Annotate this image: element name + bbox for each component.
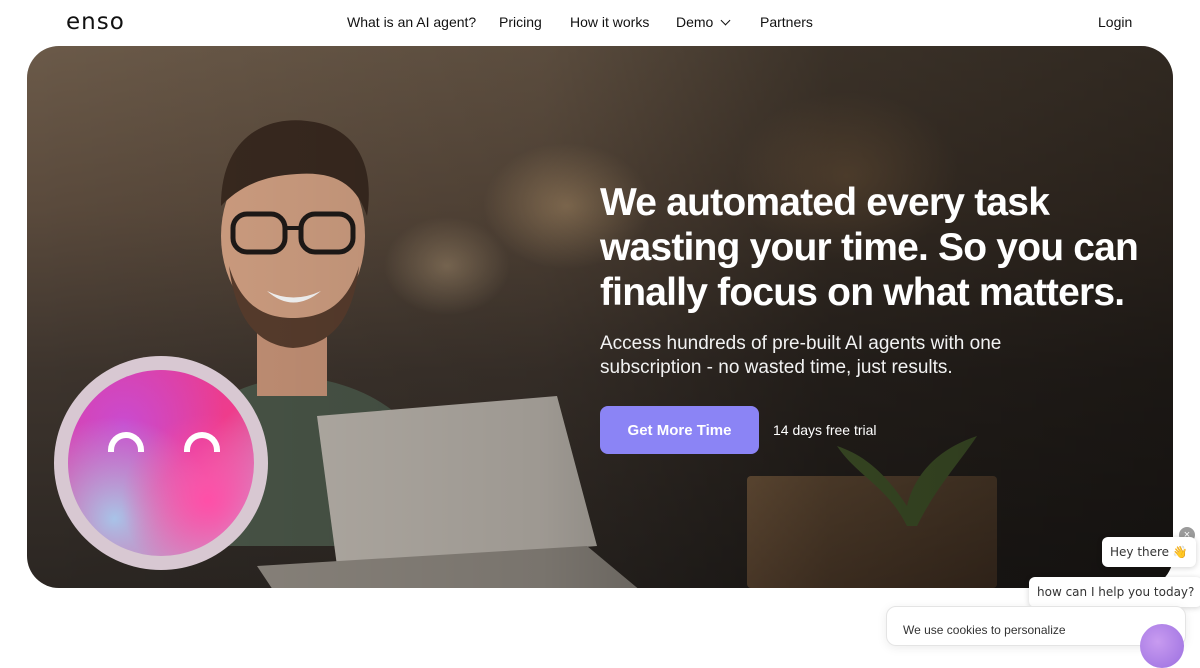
smiley-face-icon bbox=[68, 370, 254, 556]
get-more-time-button[interactable]: Get More Time bbox=[600, 406, 759, 454]
hero-section: We automated every task wasting your tim… bbox=[27, 46, 1173, 588]
hero-subheadline: Access hundreds of pre-built AI agents w… bbox=[600, 333, 1002, 378]
nav-link-partners[interactable]: Partners bbox=[760, 14, 813, 30]
left-eye bbox=[108, 432, 144, 452]
nav-demo-label: Demo bbox=[676, 14, 714, 30]
chat-greeting-bubble[interactable]: Hey there 👋 bbox=[1102, 537, 1196, 567]
top-nav: enso What is an AI agent? Pricing How it… bbox=[0, 0, 1200, 46]
chat-question-bubble[interactable]: how can I help you today? bbox=[1029, 577, 1200, 607]
cookie-text: We use cookies to personalize bbox=[903, 623, 1066, 637]
nav-link-how-it-works[interactable]: How it works bbox=[570, 14, 649, 30]
enso-logo[interactable]: enso bbox=[66, 9, 125, 35]
login-link[interactable]: Login bbox=[1098, 14, 1132, 30]
right-eye bbox=[184, 432, 220, 452]
ai-agent-avatar bbox=[54, 356, 268, 570]
hero-headline: We automated every task wasting your tim… bbox=[600, 181, 1139, 314]
nav-link-demo[interactable]: Demo bbox=[676, 14, 731, 30]
nav-link-pricing[interactable]: Pricing bbox=[499, 14, 542, 30]
nav-link-ai-agent[interactable]: What is an AI agent? bbox=[347, 14, 476, 30]
free-trial-text: 14 days free trial bbox=[773, 422, 877, 438]
chat-launcher-avatar[interactable] bbox=[1140, 624, 1184, 668]
chevron-down-icon bbox=[720, 15, 731, 26]
